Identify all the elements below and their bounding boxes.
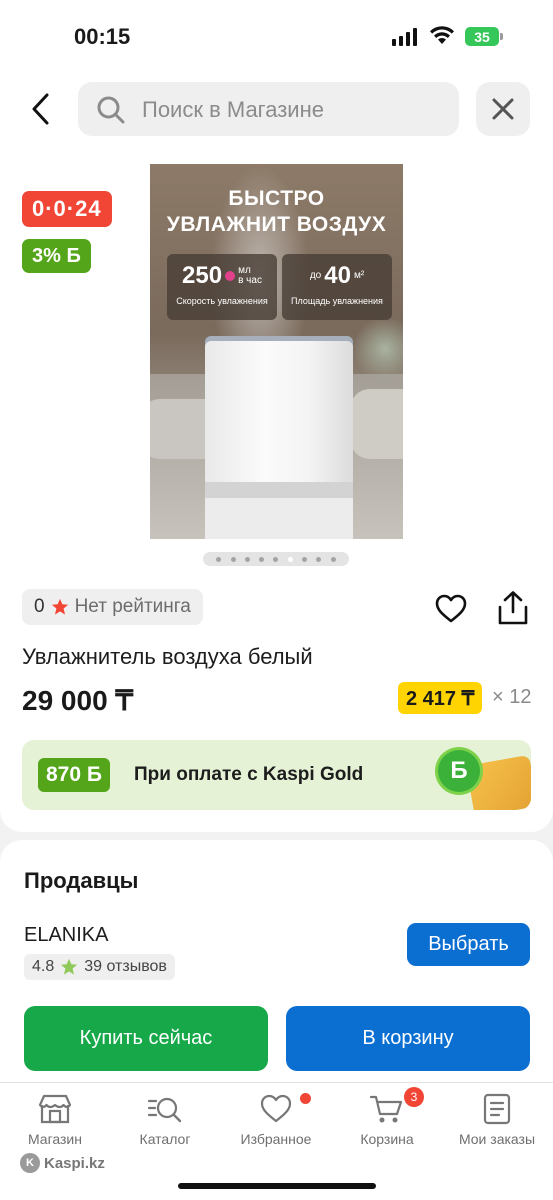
cart-icon — [369, 1095, 403, 1123]
seller-rating-pill[interactable]: 4.8 39 отзывов — [24, 954, 175, 980]
favorites-dot — [300, 1093, 311, 1104]
heart-icon — [260, 1094, 292, 1123]
search-placeholder: Поиск в Магазине — [142, 97, 324, 122]
kaspi-logo-icon: K — [20, 1153, 40, 1173]
carousel-dot[interactable] — [330, 556, 336, 562]
carousel-dot[interactable] — [259, 556, 265, 562]
carousel-dot[interactable] — [230, 556, 236, 562]
back-arrow-icon[interactable] — [28, 92, 54, 126]
sellers-section: Продавцы ELANIKA 4.8 39 отзывов Выбрать … — [0, 840, 553, 1090]
bonus-coin-icon: Б — [438, 750, 480, 792]
timer-badge: 0·0·24 — [22, 191, 112, 227]
close-button[interactable] — [476, 82, 530, 136]
seller-name[interactable]: ELANIKA — [24, 924, 108, 947]
tab-favorites[interactable]: Избранное — [221, 1093, 331, 1147]
signal-icon — [392, 28, 417, 46]
promo-text: При оплате с Kaspi Gold — [134, 764, 364, 785]
image-headline: БЫСТРО УВЛАЖНИТ ВОЗДУХ — [166, 187, 387, 236]
orders-icon — [483, 1093, 511, 1125]
humidifier-band — [205, 482, 353, 498]
installment-badge[interactable]: 2 417 ₸ — [398, 682, 483, 714]
carousel-dot[interactable] — [244, 556, 250, 562]
seller-reviews: 39 отзывов — [84, 958, 167, 975]
promo-bonus-badge: 870 Б — [38, 758, 110, 792]
star-icon — [61, 958, 78, 975]
search-input[interactable]: Поиск в Магазине — [78, 82, 459, 136]
choose-seller-button[interactable]: Выбрать — [407, 923, 530, 966]
wifi-icon — [430, 26, 454, 44]
favorite-heart-icon[interactable] — [434, 592, 468, 626]
carousel-dot[interactable] — [273, 556, 279, 562]
humidifier-base — [205, 498, 353, 539]
search-icon — [97, 96, 125, 124]
kaspi-gold-promo[interactable]: 870 Б При оплате с Kaspi Gold Б — [22, 740, 531, 810]
carousel-dot[interactable] — [316, 556, 322, 562]
carousel-dot[interactable] — [216, 556, 222, 562]
close-icon — [492, 98, 514, 120]
image-plant — [355, 314, 403, 384]
carousel-indicator[interactable] — [203, 552, 349, 566]
tab-cart[interactable]: 3 Корзина — [332, 1087, 442, 1147]
tab-catalog[interactable]: Каталог — [110, 1093, 220, 1147]
share-icon[interactable] — [496, 590, 530, 626]
sellers-title: Продавцы — [24, 868, 139, 893]
home-indicator[interactable] — [178, 1183, 376, 1189]
rating-pill[interactable]: 0 Нет рейтинга — [22, 589, 203, 625]
pink-dot-icon — [225, 271, 236, 281]
product-card: Поиск в Магазине 0·0·24 3% Б БЫСТРО УВЛА… — [0, 72, 553, 832]
rating-text: Нет рейтинга — [74, 596, 191, 617]
image-chair — [350, 389, 403, 459]
tab-my-orders[interactable]: Мои заказы — [442, 1093, 552, 1147]
carousel-dot[interactable] — [302, 556, 308, 562]
buy-now-button[interactable]: Купить сейчас — [24, 1006, 268, 1071]
kaspi-watermark: K Kaspi.kz — [20, 1153, 105, 1173]
product-image[interactable]: БЫСТРО УВЛАЖНИТ ВОЗДУХ 250 мл в час Скоро… — [150, 164, 403, 539]
product-price: 29 000 ₸ — [22, 685, 134, 716]
tab-store[interactable]: Магазин — [0, 1093, 110, 1147]
bonus-badge: 3% Б — [22, 239, 91, 273]
store-icon — [38, 1094, 72, 1124]
star-icon — [51, 598, 68, 615]
battery-icon: 35 — [465, 27, 503, 46]
product-title: Увлажнитель воздуха белый — [22, 644, 313, 669]
rating-value: 0 — [34, 596, 45, 617]
status-time: 00:15 — [74, 24, 131, 49]
catalog-search-icon — [147, 1097, 182, 1123]
seller-rating-value: 4.8 — [32, 958, 55, 975]
installment-months: × 12 — [492, 686, 532, 708]
carousel-dot[interactable] — [287, 556, 293, 562]
image-stat-speed: 250 мл в час Скорость увлажнения — [167, 254, 277, 320]
cart-count-badge: 3 — [404, 1087, 424, 1107]
image-stat-area: до 40 м² Площадь увлажнения — [282, 254, 392, 320]
add-to-cart-button[interactable]: В корзину — [286, 1006, 530, 1071]
status-bar: 00:15 35 — [0, 0, 553, 72]
